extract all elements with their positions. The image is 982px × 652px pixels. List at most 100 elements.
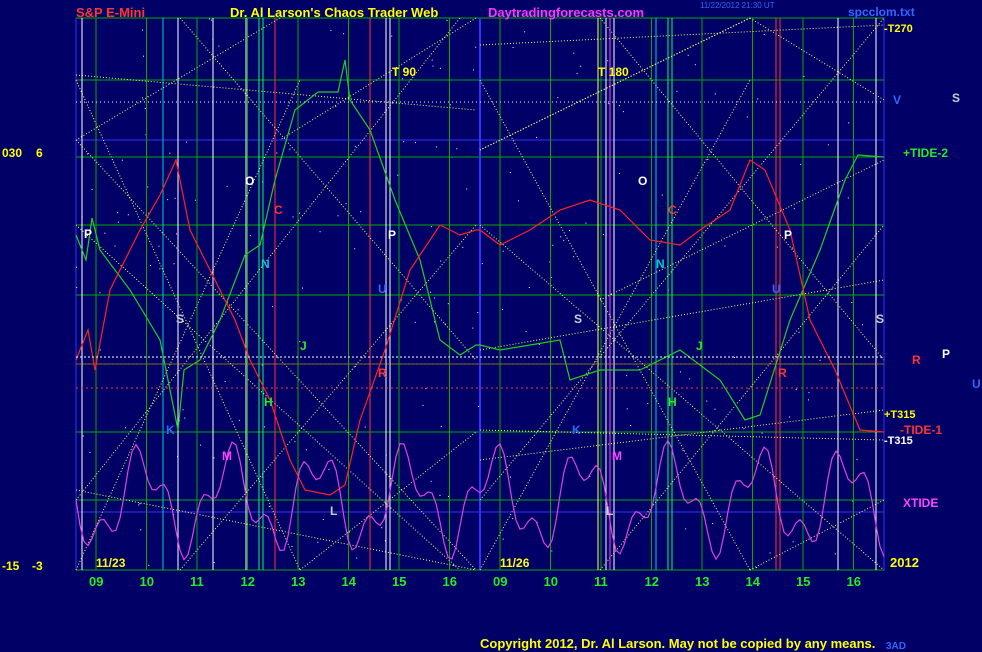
star-dot [305, 449, 307, 451]
star-dot [676, 90, 678, 92]
planet-line [479, 409, 885, 461]
star-dot [528, 287, 530, 288]
planet-letter: O [245, 174, 255, 188]
star-dot [481, 263, 483, 265]
star-dot [798, 331, 800, 333]
star-dot [272, 306, 274, 308]
star-dot [403, 141, 405, 143]
star-dot [226, 185, 228, 187]
star-dot [502, 538, 504, 540]
star-dot [512, 47, 514, 48]
copyright: Copyright 2012, Dr. Al Larson. May not b… [480, 636, 876, 651]
planet-line [479, 17, 751, 151]
hour-tick-label: 14 [745, 574, 760, 589]
star-dot [819, 359, 821, 361]
planet-line [179, 224, 477, 571]
star-dot [679, 371, 681, 373]
star-dot [348, 531, 350, 533]
star-dot [397, 174, 399, 176]
label-u-far: U [972, 377, 981, 391]
star-dot [682, 449, 684, 451]
star-dot [173, 263, 175, 265]
marker-t180: T 180 [598, 65, 629, 79]
star-dot [176, 233, 178, 235]
star-dot [431, 226, 433, 228]
star-dot [862, 324, 863, 326]
star-dot [264, 426, 266, 428]
star-dot [502, 309, 503, 310]
star-dot [138, 504, 140, 506]
axis-bottom-left: -15 [2, 559, 20, 573]
star-dot [213, 457, 215, 459]
star-dot [356, 557, 358, 559]
star-dot [827, 144, 829, 146]
star-dot [792, 541, 794, 543]
star-dot [847, 197, 849, 199]
star-dot [473, 69, 474, 71]
star-dot [685, 528, 687, 530]
star-dot [608, 103, 610, 105]
star-dot [769, 552, 771, 554]
star-dot [139, 503, 141, 505]
star-dot [626, 375, 628, 377]
star-dot [301, 287, 303, 289]
planet-letter: H [264, 395, 273, 409]
star-dot [149, 265, 151, 266]
site-link[interactable]: Daytradingforecasts.com [488, 6, 644, 19]
label-t315-minus: -T315 [884, 435, 913, 447]
star-dot [707, 159, 709, 160]
star-dot [793, 208, 795, 210]
star-dot [440, 260, 442, 262]
planet-line [749, 499, 885, 571]
star-dot [414, 142, 416, 144]
star-dot [294, 441, 296, 443]
axis-top-left-2: 6 [36, 146, 43, 160]
star-dot [848, 122, 850, 124]
file-name: spcclom.txt [848, 5, 915, 19]
star-dot [630, 425, 632, 426]
planet-line [479, 24, 885, 46]
hour-tick-label: 15 [796, 574, 811, 589]
star-dot [687, 54, 689, 56]
star-dot [360, 211, 362, 213]
star-dot [746, 116, 748, 118]
star-dot [734, 357, 736, 359]
planet-letter: R [378, 366, 387, 380]
star-dot [851, 302, 853, 303]
star-dot [524, 31, 526, 33]
star-dot [478, 405, 480, 407]
planet-line [479, 279, 885, 351]
label-t270: -T270 [884, 23, 913, 35]
star-dot [560, 236, 562, 238]
planet-letter: M [612, 449, 622, 463]
star-dot [714, 93, 716, 95]
star-dot [237, 309, 239, 311]
star-dot [800, 164, 802, 165]
hour-tick-label: 09 [493, 574, 508, 589]
star-dot [448, 495, 449, 497]
star-dot [381, 527, 383, 529]
star-dot [477, 312, 479, 313]
star-dot [142, 29, 144, 31]
star-dot [607, 60, 609, 62]
star-dot [430, 291, 432, 293]
planet-line [479, 17, 885, 501]
timestamp: 11/22/2012 21:30 UT [700, 1, 775, 10]
planet-letter: P [388, 228, 397, 242]
star-dot [436, 146, 438, 148]
star-dot [343, 33, 345, 35]
star-dot [291, 546, 293, 547]
axis-bottom-left-2: -3 [32, 559, 43, 573]
planet-letter: S [876, 312, 885, 326]
hour-tick-label: 11 [594, 574, 608, 589]
axis-top-left: 030 [2, 146, 23, 160]
planet-letter: P [84, 227, 93, 241]
star-dot [462, 246, 464, 248]
marker-t90: T 90 [392, 65, 417, 79]
star-dot [268, 506, 270, 507]
label-tide2: +TIDE-2 [903, 146, 949, 160]
star-dot [238, 419, 240, 421]
star-dot [89, 452, 91, 453]
vertical-grid [81, 18, 877, 570]
star-dot [789, 416, 790, 418]
